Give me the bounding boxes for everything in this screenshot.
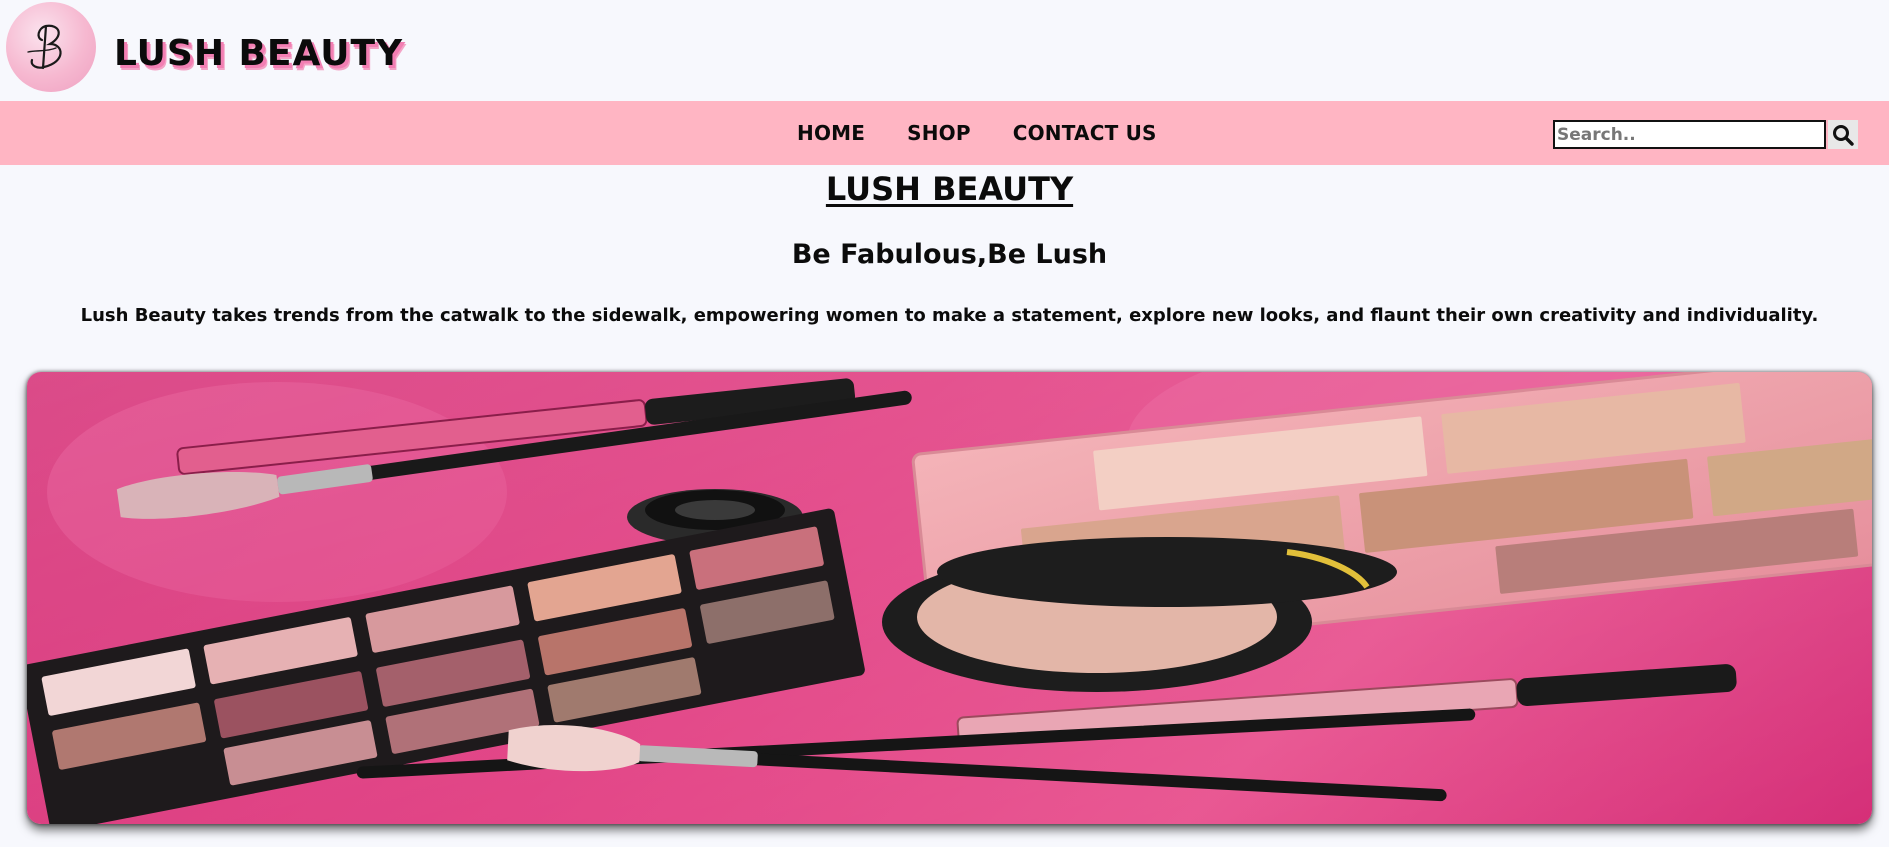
search-input[interactable] [1553, 120, 1826, 149]
brand-name[interactable]: LUSH BEAUTY [114, 34, 403, 74]
monogram-logo-icon[interactable] [6, 2, 96, 92]
nav-item-shop[interactable]: SHOP [907, 121, 971, 145]
brand-description: Lush Beauty takes trends from the catwal… [80, 305, 1819, 326]
nav-item-contact-us[interactable]: CONTACT US [1013, 121, 1157, 145]
nav-item-home[interactable]: HOME [797, 121, 865, 145]
hero-image [27, 372, 1872, 824]
site-header: LUSH BEAUTY [0, 0, 1889, 101]
nav-links: HOME SHOP CONTACT US [797, 101, 1157, 165]
tagline: Be Fabulous,Be Lush [791, 239, 1108, 270]
search-icon [1833, 124, 1854, 146]
search-bar [1553, 120, 1858, 149]
page-title: LUSH BEAUTY [825, 170, 1074, 208]
makeup-products-illustration [27, 372, 1872, 824]
search-button[interactable] [1828, 120, 1858, 149]
logo-monogram-graphic [27, 24, 62, 70]
